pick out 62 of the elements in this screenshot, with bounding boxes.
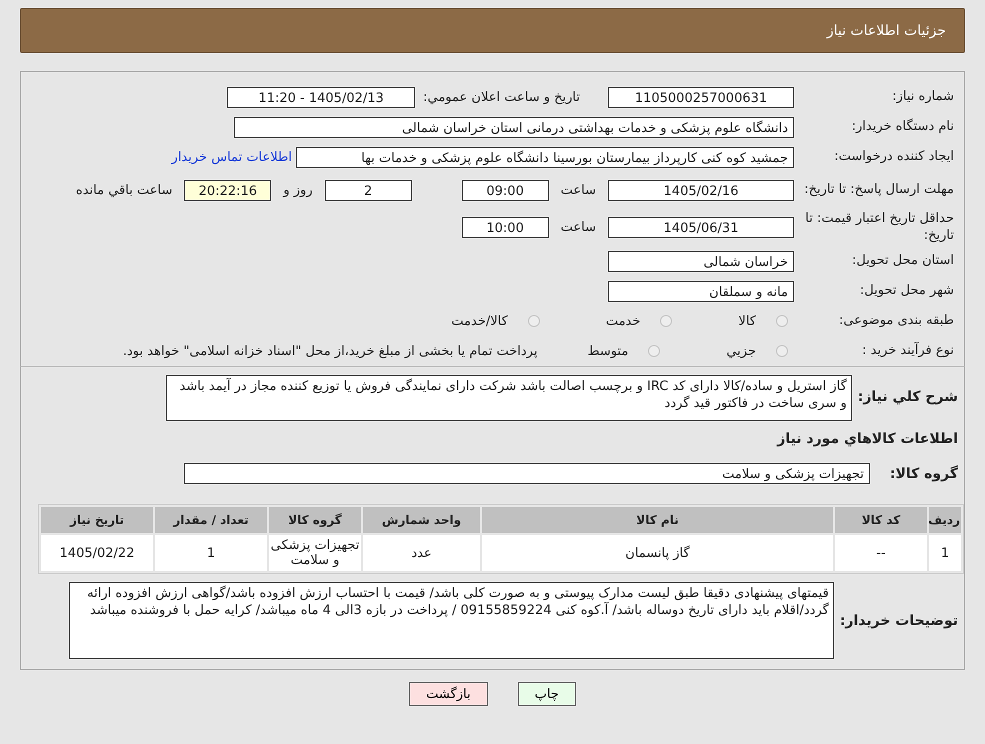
radio-label: خدمت bbox=[606, 314, 640, 328]
validity-time-field: 10:00 bbox=[462, 217, 549, 238]
column-header: نام کالا bbox=[482, 507, 833, 533]
city-field: مانه و سملقان bbox=[608, 280, 794, 302]
time-label: ساعت bbox=[560, 220, 596, 235]
table-cell: -- bbox=[835, 535, 927, 571]
radio-label: کالا/خدمت bbox=[451, 314, 508, 328]
field-label: تاریخ و ساعت اعلان عمومي: bbox=[423, 90, 580, 104]
column-header: تعداد / مقدار bbox=[155, 507, 267, 533]
radio-button[interactable] bbox=[648, 345, 660, 357]
field-label: نوع فرآیند خرید : bbox=[861, 342, 955, 360]
radio-button[interactable] bbox=[776, 345, 788, 357]
buyer-notes-field: قیمتهای پیشنهادی دقیقا طبق لیست مدارک پیوستی و به صورت کلی باشد/ قیمت با احتساب ارزش افزوده باشد/گواهی ارزش افزوده ارائه گردد/اقلام باید دارای تاریخ دوساله باشد/ آ.کوه کنی 09155859224 / پرداخت در بازه 3الی 4 ماه میباشد/ کرایه حمل با فروشنده میباشد bbox=[68, 582, 834, 659]
remaining-time-field: 20:22:16 bbox=[184, 180, 272, 201]
remaining-label: ساعت باقي مانده bbox=[76, 183, 172, 198]
table-cell: 1 bbox=[929, 535, 961, 571]
radio-button[interactable] bbox=[528, 315, 540, 327]
days-label: روز و bbox=[283, 183, 313, 198]
goods-group-field: تجهیزات پزشکی و سلامت bbox=[184, 463, 870, 484]
table-cell: 1 bbox=[155, 535, 267, 571]
table-cell: گاز پانسمان bbox=[482, 535, 833, 571]
field-label: توضیحات خریدار: bbox=[838, 612, 959, 628]
print-button[interactable]: چاپ bbox=[518, 682, 576, 706]
radio-label: متوسط bbox=[587, 344, 628, 358]
field-label: استان محل تحویل: bbox=[851, 252, 955, 270]
radio-button[interactable] bbox=[660, 315, 672, 327]
column-header: کد کالا bbox=[835, 507, 927, 533]
province-field: خراسان شمالی bbox=[608, 250, 794, 272]
field-label: حداقل تاریخ اعتبار قیمت: تا تاریخ: bbox=[804, 210, 955, 244]
column-header: ردیف bbox=[929, 507, 961, 533]
column-header: واحد شمارش bbox=[363, 507, 480, 533]
field-label: شماره نیاز: bbox=[891, 88, 955, 106]
radio-button[interactable] bbox=[776, 315, 788, 327]
field-label: ایجاد کننده درخواست: bbox=[833, 148, 955, 166]
page-title: جزئیات اطلاعات نیاز bbox=[826, 22, 946, 38]
announce-date-field: 1405/02/13 - 11:20 bbox=[227, 86, 416, 108]
column-header: گروه کالا bbox=[269, 507, 361, 533]
back-button[interactable]: بازگشت bbox=[409, 682, 488, 706]
table-cell: عدد bbox=[363, 535, 480, 571]
field-label: شهر محل تحویل: bbox=[858, 282, 955, 300]
contact-link[interactable]: اطلاعات تماس خریدار bbox=[172, 150, 292, 164]
time-label: ساعت bbox=[560, 183, 596, 198]
days-field: 2 bbox=[324, 180, 412, 201]
validity-date-field: 1405/06/31 bbox=[608, 217, 794, 238]
section-title: اطلاعات کالاهاي مورد نیاز bbox=[776, 430, 959, 447]
field-label: مهلت ارسال پاسخ: تا تاریخ: bbox=[803, 182, 955, 199]
description-field: گاز استریل و ساده/کالا دارای کد IRC و برچسب اصالت باشد شرکت دارای نمایندگی فروش یا توزیع کننده مجاز در آیمد باشد و سری ساخت در فاکتور قید گردد bbox=[166, 375, 852, 421]
buyer-field: دانشگاه علوم پزشکی و خدمات بهداشتی درمانی استان خراسان شمالی bbox=[234, 116, 794, 138]
table-cell: تجهیزات پزشکی و سلامت bbox=[269, 535, 361, 571]
field-label: نام دستگاه خریدار: bbox=[850, 118, 955, 136]
field-label: طبقه بندی موضوعی: bbox=[838, 312, 955, 330]
need-number-field: 1105000257000631 bbox=[608, 86, 794, 108]
payment-note: پرداخت تمام یا بخشی از مبلغ خرید،از محل "اسناد خزانه اسلامی" خواهد بود. bbox=[122, 344, 538, 358]
table-cell: 1405/02/22 bbox=[41, 535, 153, 571]
column-header: تاریخ نیاز bbox=[41, 507, 153, 533]
deadline-date-field: 1405/02/16 bbox=[608, 180, 794, 201]
field-label: گروه کالا: bbox=[888, 466, 959, 482]
field-label: شرح کلي نیاز: bbox=[856, 388, 959, 405]
radio-label: جزيي bbox=[726, 344, 756, 358]
requester-field: جمشید کوه کنی کارپرداز بیمارستان بورسینا دانشگاه علوم پزشکی و خدمات بها bbox=[296, 146, 794, 168]
radio-label: کالا bbox=[738, 314, 756, 328]
deadline-time-field: 09:00 bbox=[462, 180, 549, 201]
